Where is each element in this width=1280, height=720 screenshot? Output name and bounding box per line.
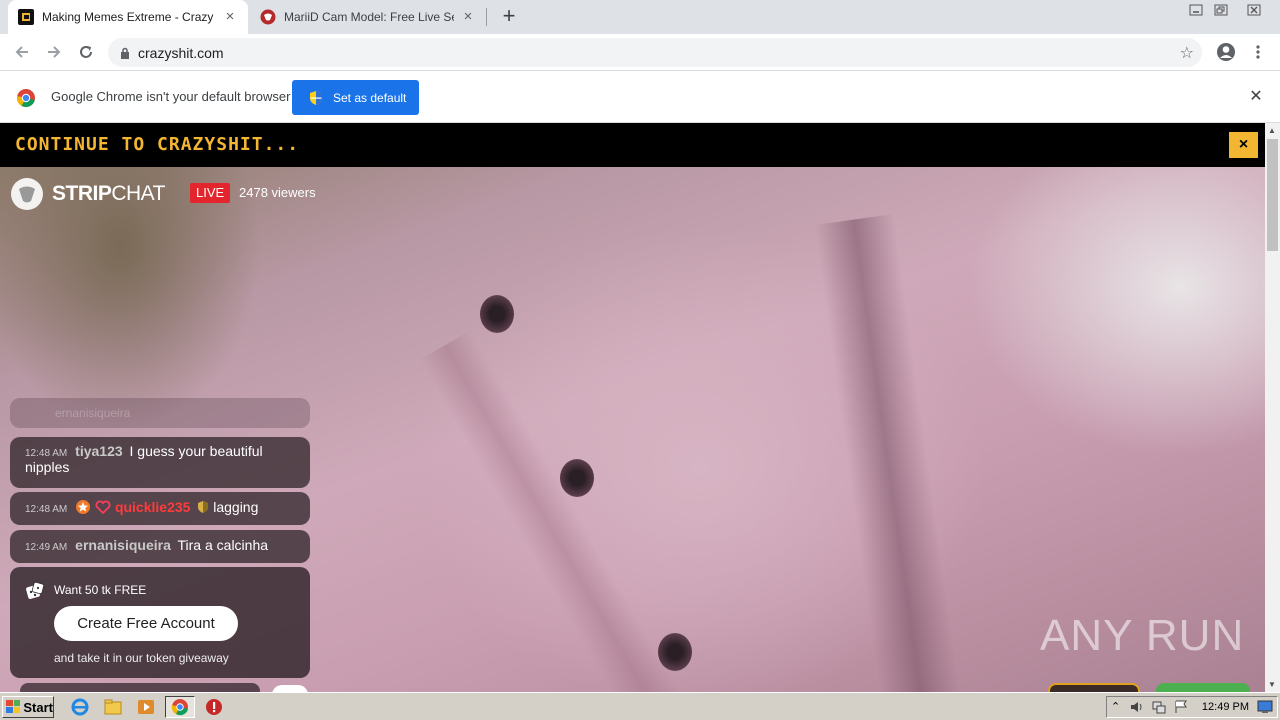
- star-badge-icon: [75, 499, 91, 518]
- minimize-icon: [1189, 4, 1203, 16]
- close-icon: [1247, 4, 1261, 16]
- stop-sign-icon[interactable]: [204, 698, 224, 716]
- lock-icon: [121, 47, 129, 59]
- fabric-fold: [419, 330, 681, 692]
- chat-username[interactable]: tiya123: [75, 443, 122, 459]
- promo-headline: Want 50 tk FREE: [54, 583, 147, 597]
- anyrun-watermark: ANY RUN: [1040, 611, 1245, 660]
- chat-text: Tira a calcinha: [177, 537, 269, 553]
- garment-button: [658, 633, 692, 671]
- chat-time: 12:49 AM: [25, 542, 68, 553]
- faded-chat-message: ernanisiqueira: [10, 398, 310, 428]
- profile-avatar-icon: [1217, 43, 1235, 61]
- shield-badge-icon: [197, 500, 209, 517]
- tray-expand-icon[interactable]: ⌃: [1111, 700, 1120, 713]
- fabric-fold: [814, 213, 966, 692]
- chrome-menu-button[interactable]: [1246, 40, 1270, 64]
- kebab-menu-icon: [1256, 45, 1260, 59]
- profile-button[interactable]: [1214, 40, 1238, 64]
- new-tab-button[interactable]: +: [498, 5, 520, 28]
- scrollbar-thumb[interactable]: [1267, 139, 1278, 251]
- send-button-partial[interactable]: [272, 685, 308, 692]
- create-free-account-button[interactable]: Create Free Account: [54, 606, 238, 641]
- forward-arrow-icon: [48, 46, 61, 58]
- volume-icon[interactable]: [1129, 699, 1145, 720]
- minimize-button[interactable]: [1182, 0, 1210, 20]
- page-scrollbar[interactable]: ▲ ▼: [1265, 123, 1280, 692]
- tab-strip: Making Memes Extreme - Crazy Shit × Mari…: [0, 0, 1280, 34]
- chat-username[interactable]: ernanisiqueira: [75, 537, 171, 553]
- chat-message: 12:48 AM quicklie235 lagging: [10, 492, 310, 525]
- heart-badge-icon: [95, 499, 111, 518]
- tab-title: MariiD Cam Model: Free Live Sex Sh: [284, 10, 454, 24]
- private-button-partial[interactable]: [1156, 683, 1250, 692]
- system-tray: ⌃ 12:49 PM: [1106, 696, 1278, 718]
- chat-message: 12:48 AM tiya123 I guess your beautiful …: [10, 437, 310, 488]
- network-icon[interactable]: [1151, 699, 1167, 720]
- chrome-logo-icon: [16, 88, 36, 113]
- garment-button: [480, 295, 514, 333]
- infobar-close-icon[interactable]: ✕: [1247, 88, 1265, 106]
- address-bar[interactable]: crazyshit.com ☆: [108, 38, 1202, 67]
- page-viewport: CONTINUE TO CRAZYSHIT... × STRIPCHAT LIV…: [0, 123, 1265, 692]
- live-badge: LIVE: [190, 183, 231, 203]
- chat-text: lagging: [213, 499, 259, 516]
- garment-button: [560, 459, 594, 497]
- media-player-icon[interactable]: [136, 698, 156, 716]
- maximize-button[interactable]: [1207, 0, 1235, 20]
- forward-button[interactable]: [42, 40, 66, 64]
- internet-explorer-icon[interactable]: [70, 698, 90, 716]
- token-promo-card: Want 50 tk FREE Create Free Account and …: [10, 567, 310, 678]
- chat-input-partial[interactable]: [20, 683, 260, 692]
- reload-icon: [80, 46, 92, 58]
- promo-subtext: and take it in our token giveaway: [54, 651, 229, 665]
- shield-icon: [310, 90, 322, 105]
- show-desktop-icon[interactable]: [1257, 700, 1273, 719]
- tab-separator: [486, 8, 487, 26]
- default-browser-infobar: Google Chrome isn't your default browser: [0, 72, 1280, 123]
- scroll-up-arrow-icon[interactable]: ▲: [1268, 126, 1276, 135]
- close-window-button[interactable]: [1240, 0, 1268, 20]
- restore-icon: [1214, 4, 1228, 16]
- set-as-default-button[interactable]: Set as default: [292, 80, 419, 115]
- file-explorer-icon[interactable]: [103, 698, 123, 716]
- tip-button-partial[interactable]: [1048, 683, 1140, 692]
- chrome-taskbar-icon[interactable]: [170, 698, 190, 716]
- chat-message: 12:49 AM ernanisiqueira Tira a calcinha: [10, 530, 310, 563]
- back-button[interactable]: [10, 40, 34, 64]
- logo-text: STRIPCHAT: [52, 182, 165, 205]
- chat-username[interactable]: quicklie235: [115, 499, 191, 515]
- start-button[interactable]: Start: [2, 696, 54, 718]
- viewer-count: 2478 viewers: [239, 185, 316, 200]
- banner-close-button[interactable]: ×: [1229, 132, 1258, 158]
- dice-icon: [25, 581, 45, 606]
- tab-close-icon[interactable]: ×: [460, 9, 476, 25]
- stripchat-favicon-icon: [260, 9, 276, 25]
- chat-time: 12:48 AM: [25, 504, 68, 516]
- stripchat-logo[interactable]: STRIPCHAT: [10, 177, 165, 211]
- back-arrow-icon: [15, 46, 28, 58]
- continue-banner[interactable]: CONTINUE TO CRAZYSHIT... ×: [0, 123, 1265, 167]
- tab-close-icon[interactable]: ×: [222, 9, 238, 25]
- tab-crazyshit[interactable]: Making Memes Extreme - Crazy Shit ×: [8, 0, 248, 34]
- crazyshit-favicon-icon: [18, 9, 34, 25]
- start-label: Start: [23, 699, 53, 715]
- system-clock[interactable]: 12:49 PM: [1202, 701, 1249, 713]
- set-as-default-label: Set as default: [333, 90, 407, 105]
- reload-button[interactable]: [74, 40, 98, 64]
- action-center-flag-icon[interactable]: [1173, 699, 1189, 720]
- browser-toolbar: crazyshit.com ☆: [0, 34, 1280, 71]
- banner-text: CONTINUE TO CRAZYSHIT...: [15, 134, 300, 155]
- stripchat-logo-icon: [11, 178, 43, 210]
- tab-stripchat[interactable]: MariiD Cam Model: Free Live Sex Sh ×: [250, 0, 486, 34]
- infobar-message: Google Chrome isn't your default browser: [51, 89, 291, 104]
- windows-logo-icon: [6, 700, 21, 713]
- url-text: crazyshit.com: [138, 44, 224, 61]
- windows-taskbar: Start ⌃ 12:49 PM: [0, 692, 1280, 720]
- bookmark-star-icon[interactable]: ☆: [1180, 43, 1194, 63]
- scroll-down-arrow-icon[interactable]: ▼: [1268, 680, 1276, 689]
- chat-time: 12:48 AM: [25, 448, 68, 459]
- tab-title: Making Memes Extreme - Crazy Shit: [42, 10, 216, 24]
